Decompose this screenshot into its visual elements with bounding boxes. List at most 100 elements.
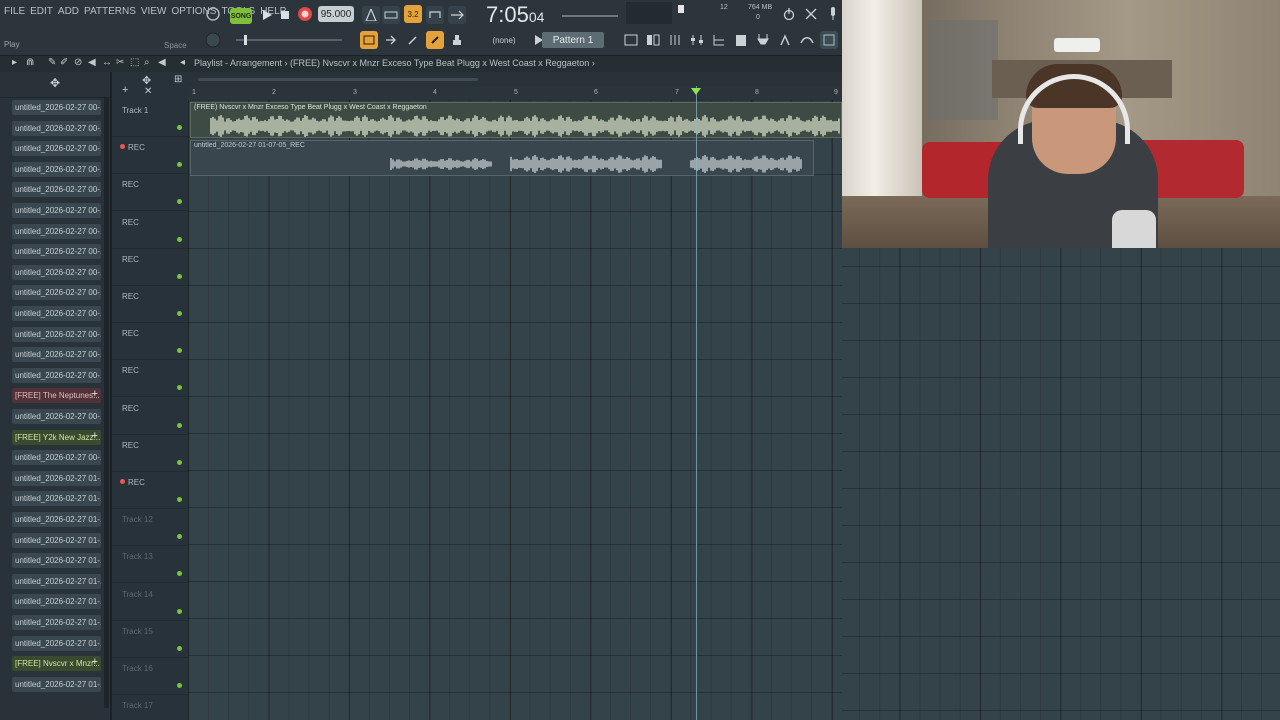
menu-view[interactable]: VIEW	[141, 6, 167, 17]
slip-tool-icon[interactable]: ↔	[102, 57, 112, 68]
browser-clip-item[interactable]: untitled_2026-02-27 00-...	[12, 120, 101, 136]
arrow-right-icon[interactable]	[382, 31, 400, 49]
track-header[interactable]: REC	[112, 286, 188, 323]
menu-arrow-icon[interactable]: ▸	[12, 57, 17, 68]
browser-clip-item[interactable]: untitled_2026-02-27 00-...	[12, 285, 101, 301]
cpu-circle-icon[interactable]	[204, 5, 222, 23]
track-mute-led[interactable]	[177, 422, 182, 428]
magnet-snap-icon[interactable]: ⋒	[26, 57, 34, 68]
select-tool-icon[interactable]: ⬚	[130, 57, 139, 68]
track-header[interactable]: Track 14	[112, 584, 188, 621]
browser-clip-item[interactable]: untitled_2026-02-27 01-...	[12, 615, 101, 630]
browser-clip-item[interactable]: [FREE] Nvscvr x Mnzr... +	[12, 656, 101, 672]
close-icon[interactable]: ✕	[144, 86, 152, 97]
track-mute-led[interactable]	[177, 385, 182, 391]
fit-width-icon[interactable]: ✥	[142, 74, 151, 87]
midi-icon[interactable]	[798, 31, 816, 49]
wait-input-icon[interactable]	[382, 6, 400, 24]
browser-clip-item[interactable]: untitled_2026-02-27 01-...	[12, 635, 101, 651]
cut-icon[interactable]	[802, 5, 820, 23]
track-mute-led[interactable]	[177, 311, 182, 316]
track-mute-led[interactable]	[177, 534, 182, 540]
draw-pencil-icon[interactable]	[404, 31, 422, 49]
browser-clip-item[interactable]: untitled_2026-02-27 01-...	[12, 512, 101, 527]
browser-scrollbar[interactable]	[104, 98, 109, 708]
browser-clip-item[interactable]: untitled_2026-02-27 00-...	[12, 223, 101, 239]
add-to-playlist-icon[interactable]: +	[92, 388, 98, 400]
stop-icon[interactable]	[276, 6, 294, 24]
mixer-icon[interactable]	[666, 31, 684, 49]
track-header[interactable]: Track 13	[112, 546, 188, 584]
grid-icon[interactable]: ⊞	[174, 74, 182, 85]
track-mute-led[interactable]	[177, 236, 182, 242]
tempo-display[interactable]: 95.000	[318, 6, 354, 22]
track-mute-led[interactable]	[177, 273, 182, 279]
pattern-selector[interactable]: Pattern 1	[542, 32, 604, 48]
track-mute-led[interactable]	[177, 645, 182, 651]
browser-clip-item[interactable]: untitled_2026-02-27 00-...	[12, 182, 101, 198]
add-track-icon[interactable]: +	[122, 84, 128, 96]
track-header[interactable]: REC	[112, 249, 188, 286]
track-header[interactable]: REC	[112, 472, 188, 509]
track-mute-led[interactable]	[177, 459, 182, 465]
faders-icon[interactable]	[688, 31, 706, 49]
piano-roll-icon[interactable]	[360, 31, 378, 49]
add-to-playlist-icon[interactable]: +	[92, 656, 98, 668]
track-header[interactable]: Track 17	[112, 695, 188, 720]
playback-tool-icon[interactable]: ◀	[158, 57, 166, 68]
master-pitch-knob[interactable]	[204, 31, 222, 49]
brush-tool-icon[interactable]: ✐	[60, 57, 68, 68]
stamp-icon[interactable]	[448, 31, 466, 49]
browser-clip-item[interactable]: untitled_2026-02-27 00-...	[12, 161, 101, 177]
browser-clip-item[interactable]: untitled_2026-02-27 00-...	[12, 244, 101, 260]
browser-clip-item[interactable]: untitled_2026-02-27 00-...	[12, 306, 101, 321]
track-header[interactable]: REC	[112, 435, 188, 472]
pencil-tool-icon[interactable]: ✎	[48, 57, 56, 68]
time-ruler[interactable]: 1 2 3 4 5 6 7 8 9	[188, 86, 842, 100]
master-volume-slider[interactable]	[560, 8, 620, 24]
track-mute-led[interactable]	[177, 497, 182, 502]
plugin-picker-icon[interactable]	[754, 31, 772, 49]
playhead-line[interactable]	[696, 86, 697, 720]
browser-clip-item[interactable]: untitled_2026-02-27 00-...	[12, 450, 101, 466]
audio-clip-recording[interactable]: untitled_2026-02-27 01-07-05_REC	[190, 140, 814, 176]
browser-clip-item[interactable]: untitled_2026-02-27 01-...	[12, 470, 101, 486]
track-header[interactable]: REC	[112, 212, 188, 249]
browser-clip-item[interactable]: untitled_2026-02-27 01-...	[12, 676, 101, 692]
snap-select[interactable]: (none)	[480, 33, 528, 47]
delete-tool-icon[interactable]: ⊘	[74, 57, 82, 68]
track-header[interactable]: Track 12	[112, 509, 188, 547]
track-header[interactable]: REC	[112, 360, 188, 398]
track-mute-led[interactable]	[177, 125, 182, 130]
browser-clip-item[interactable]: [FREE] The Neptunes... +	[12, 388, 101, 404]
track-header[interactable]: REC	[112, 398, 188, 435]
zoom-tool-icon[interactable]: ⌕	[144, 57, 150, 68]
playhead-marker[interactable]	[691, 88, 701, 95]
browser-clip-item[interactable]: untitled_2026-02-27 00-...	[12, 264, 101, 280]
horizontal-scrollbar[interactable]	[188, 72, 842, 86]
arrangement-grid[interactable]: 1 2 3 4 5 6 7 8 9 (FREE) Nvscvr x Mnzr E…	[188, 72, 842, 720]
browser-clip-item[interactable]: untitled_2026-02-27 00-...	[12, 326, 101, 342]
record-arm-icon[interactable]	[120, 479, 125, 484]
menu-file[interactable]: FILE	[4, 6, 25, 17]
menu-patterns[interactable]: PATTERNS	[84, 6, 136, 17]
drag-move-icon[interactable]: ✥	[50, 76, 60, 90]
audio-clip-beat[interactable]: (FREE) Nvscvr x Mnzr Exceso Type Beat Pl…	[190, 102, 842, 138]
song-mode-button[interactable]: SONG	[230, 8, 252, 24]
track-mute-led[interactable]	[177, 199, 182, 205]
breadcrumb-arrow-icon[interactable]: ◂	[180, 57, 185, 68]
browser-clip-item[interactable]: untitled_2026-02-27 01-...	[12, 491, 101, 507]
track-header[interactable]: Track 1	[112, 100, 188, 137]
channel-rack-icon[interactable]	[644, 31, 662, 49]
track-header[interactable]: REC	[112, 174, 188, 212]
track-header[interactable]: REC	[112, 137, 188, 175]
countdown-icon[interactable]: 3.2	[404, 5, 422, 23]
step-edit-icon[interactable]	[448, 6, 466, 24]
browser-clip-item[interactable]: untitled_2026-02-27 00-...	[12, 100, 101, 115]
browser-clip-item[interactable]: untitled_2026-02-27 00-...	[12, 409, 101, 424]
power-icon[interactable]	[780, 5, 798, 23]
track-lanes[interactable]	[188, 100, 842, 720]
master-volume-bar[interactable]	[234, 34, 344, 46]
playlist-window-icon[interactable]	[622, 31, 640, 49]
browser-clip-item[interactable]: untitled_2026-02-27 00-...	[12, 203, 101, 218]
